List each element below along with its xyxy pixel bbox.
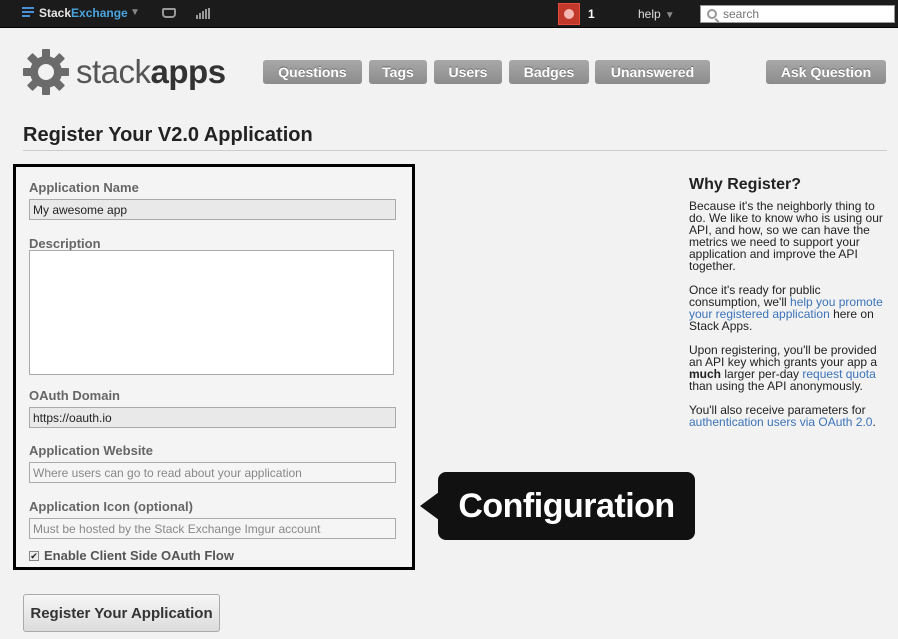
app-icon-field[interactable] <box>29 518 396 539</box>
logo-text-bold: apps <box>150 53 227 90</box>
app-website-field[interactable] <box>29 462 396 483</box>
search-box <box>700 5 895 23</box>
app-icon-label: Application Icon (optional) <box>29 499 193 514</box>
top-bar: Stack Exchange ▼ 1 help ▼ <box>0 0 898 28</box>
sidebar-title: Why Register? <box>689 176 802 193</box>
stackapps-logo[interactable]: stackapps <box>22 48 226 96</box>
help-menu[interactable]: help ▼ <box>638 7 675 21</box>
sidebar-text: Upon registering, you'll be provided an … <box>689 343 878 369</box>
oauth-domain-field[interactable] <box>29 407 396 428</box>
app-website-label: Application Website <box>29 443 153 458</box>
avatar[interactable] <box>558 3 580 25</box>
stackexchange-icon <box>22 7 34 19</box>
sidebar-text: . <box>872 415 876 429</box>
nav-unanswered[interactable]: Unanswered <box>595 60 710 84</box>
client-side-oauth-row: ✔ Enable Client Side OAuth Flow <box>29 548 234 563</box>
description-field[interactable] <box>29 250 394 375</box>
app-name-label: Application Name <box>29 180 139 195</box>
title-divider <box>23 150 887 151</box>
stackexchange-logo[interactable]: Stack Exchange <box>22 6 128 20</box>
oauth-authentication-link[interactable]: authentication users via OAuth 2.0 <box>689 415 872 429</box>
help-label: help <box>638 7 661 21</box>
logo-text-light: stack <box>76 53 151 90</box>
oauth-domain-label: OAuth Domain <box>29 388 120 403</box>
nav-users[interactable]: Users <box>434 60 502 84</box>
chevron-down-icon: ▼ <box>664 10 675 21</box>
achievements-icon[interactable] <box>196 8 210 19</box>
why-register-sidebar: Why Register? Because it's the neighborl… <box>689 177 889 440</box>
logo-text: stackapps <box>76 53 226 91</box>
configuration-callout: Configuration <box>438 472 695 540</box>
sidebar-paragraph-3: Upon registering, you'll be provided an … <box>689 344 889 392</box>
description-label: Description <box>29 236 101 251</box>
register-application-button[interactable]: Register Your Application <box>23 594 220 632</box>
client-side-oauth-checkbox[interactable]: ✔ <box>29 550 39 561</box>
app-name-field[interactable] <box>29 199 396 220</box>
chevron-down-icon[interactable]: ▼ <box>130 7 140 18</box>
brand-stack: Stack <box>39 6 72 20</box>
page-title: Register Your V2.0 Application <box>23 124 313 146</box>
search-input[interactable] <box>723 7 893 21</box>
nav-questions[interactable]: Questions <box>263 60 362 84</box>
gear-icon <box>23 49 69 95</box>
brand-exchange: Exchange <box>71 6 128 20</box>
inbox-icon[interactable] <box>162 8 176 18</box>
nav-badges[interactable]: Badges <box>509 60 589 84</box>
sidebar-paragraph-1: Because it's the neighborly thing to do.… <box>689 199 883 273</box>
sidebar-paragraph-4: You'll also receive parameters for authe… <box>689 404 889 428</box>
search-icon <box>707 9 717 19</box>
client-side-oauth-label[interactable]: Enable Client Side OAuth Flow <box>44 548 234 563</box>
ask-question-button[interactable]: Ask Question <box>766 60 886 84</box>
callout-arrow <box>420 492 439 520</box>
nav-tags[interactable]: Tags <box>369 60 427 84</box>
sidebar-paragraph-2: Once it's ready for public consumption, … <box>689 284 889 332</box>
sidebar-text: than using the API anonymously. <box>689 379 863 393</box>
reputation-count[interactable]: 1 <box>588 7 595 21</box>
